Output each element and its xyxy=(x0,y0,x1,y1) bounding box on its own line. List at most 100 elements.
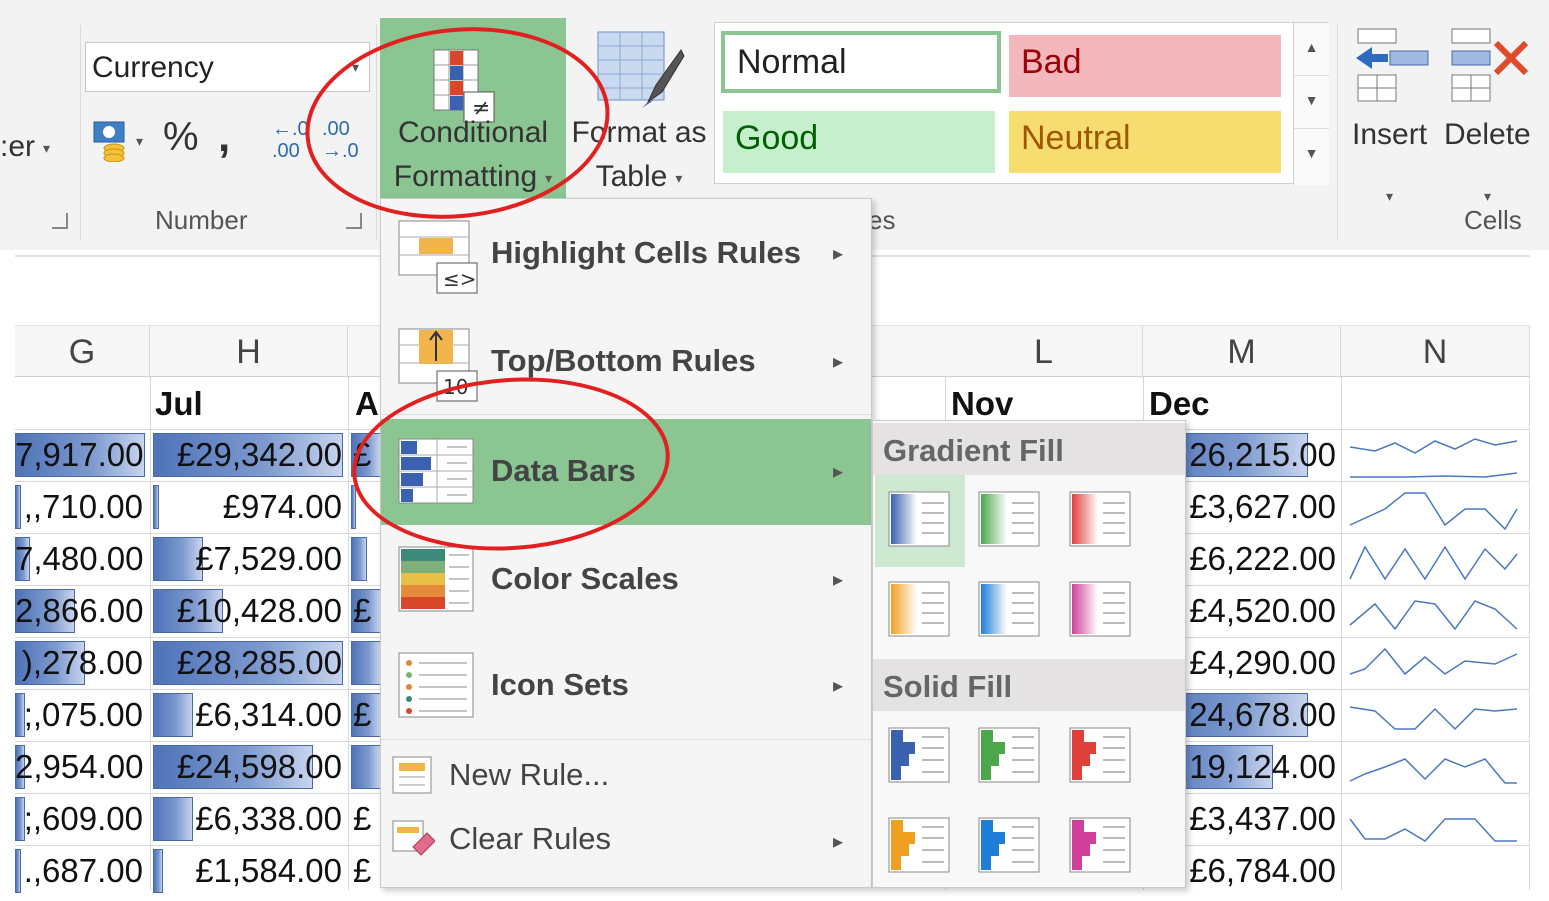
delete-cells-icon xyxy=(1448,27,1530,112)
format-as-table-icon xyxy=(596,30,686,115)
gradient-blue-data-bar-icon[interactable] xyxy=(888,491,950,547)
delete-cells-button[interactable]: Delete ▾ xyxy=(1440,25,1531,204)
chevron-right-icon: ▸ xyxy=(833,675,844,697)
cell-aug[interactable]: £ xyxy=(353,793,383,845)
column-header-n[interactable]: N xyxy=(1341,326,1530,378)
insert-label: Insert xyxy=(1352,118,1428,151)
column-header-g[interactable]: G xyxy=(15,326,150,378)
solid-orange-data-bar-icon[interactable] xyxy=(888,817,950,873)
more-styles-icon[interactable]: ▼ xyxy=(1294,129,1329,182)
cell-h[interactable]: £24,598.00 xyxy=(150,741,342,793)
cell-h[interactable]: £7,529.00 xyxy=(150,533,342,585)
delete-label: Delete xyxy=(1444,118,1531,151)
month-header-nov[interactable]: Nov xyxy=(951,385,1013,423)
svg-text:≤>: ≤> xyxy=(443,267,477,291)
color-scales-icon xyxy=(397,545,477,619)
cell-h[interactable]: £10,428.00 xyxy=(150,585,342,637)
highlight-cells-rules-icon: ≤> xyxy=(397,219,478,294)
number-format-value: Currency xyxy=(92,51,214,84)
month-header-jul[interactable]: Jul xyxy=(155,385,203,423)
cell-g[interactable]: ,,710.00 xyxy=(15,481,143,533)
cell-g[interactable]: ;,609.00 xyxy=(15,793,143,845)
chevron-right-icon: ▸ xyxy=(833,461,844,483)
menu-separator xyxy=(381,739,871,740)
style-good[interactable]: Good xyxy=(723,111,995,173)
solid-green-data-bar-icon[interactable] xyxy=(978,727,1040,783)
chevron-right-icon: ▸ xyxy=(833,351,844,373)
chevron-down-icon: ▾ xyxy=(43,139,51,156)
cell-g[interactable]: .,687.00 xyxy=(15,845,143,897)
chevron-down-icon: ▾ xyxy=(1386,188,1394,204)
comma-style-button[interactable]: , xyxy=(218,112,230,162)
cell-g[interactable]: 2,954.00 xyxy=(15,741,143,793)
cells-group-label: Cells xyxy=(1464,205,1522,235)
style-bad[interactable]: Bad xyxy=(1009,35,1281,97)
menu-item-clear-rules[interactable]: Clear Rules ▸ xyxy=(381,807,871,871)
insert-cells-button[interactable]: Insert ▾ xyxy=(1348,25,1438,204)
cell-aug[interactable]: £ xyxy=(353,585,383,637)
general-format-dropdown[interactable]: :er ▾ xyxy=(0,130,50,164)
gradient-orange-data-bar-icon[interactable] xyxy=(888,581,950,637)
gridline xyxy=(1529,377,1530,890)
menu-item-label: Color Scales xyxy=(491,561,679,596)
new-rule-icon xyxy=(391,753,435,797)
increase-decimal-bottom: .00 xyxy=(272,140,300,162)
solid-light-blue-data-bar-icon[interactable] xyxy=(978,817,1040,873)
svg-text:▾: ▾ xyxy=(136,134,143,150)
style-normal[interactable]: Normal xyxy=(721,31,1001,93)
style-neutral[interactable]: Neutral xyxy=(1009,111,1281,173)
cell-h[interactable]: £1,584.00 xyxy=(150,845,342,897)
data-bars-submenu: Gradient Fill Solid Fill xyxy=(872,420,1186,888)
gradient-green-data-bar-icon[interactable] xyxy=(978,491,1040,547)
alignment-launcher-icon[interactable] xyxy=(52,213,68,229)
number-launcher-icon[interactable] xyxy=(346,213,362,229)
gridline xyxy=(1341,377,1342,890)
format-as-table-line2: Table ▾ xyxy=(566,160,712,194)
group-separator xyxy=(80,25,81,240)
cell-aug[interactable]: £ xyxy=(353,689,383,741)
gradient-light-blue-data-bar-icon[interactable] xyxy=(978,581,1040,637)
group-separator xyxy=(1337,25,1338,240)
styles-group-label: es xyxy=(868,205,896,235)
cell-g[interactable]: 7,917.00 xyxy=(15,429,143,481)
column-header-h[interactable]: H xyxy=(150,326,348,378)
general-format-label: :er xyxy=(0,130,36,163)
sparklines xyxy=(1349,438,1518,842)
gradient-red-data-bar-icon[interactable] xyxy=(1069,491,1131,547)
increase-decimal-button[interactable]: ←.0 .00 xyxy=(272,118,309,162)
accounting-format-icon[interactable]: ▾ xyxy=(92,120,143,163)
month-header-dec[interactable]: Dec xyxy=(1149,385,1210,423)
cell-g[interactable]: 7,480.00 xyxy=(15,533,143,585)
cell-h[interactable]: £29,342.00 xyxy=(150,429,342,481)
eraser-icon xyxy=(391,817,436,861)
menu-item-icon-sets[interactable]: Icon Sets ▸ xyxy=(381,633,871,739)
solid-red-data-bar-icon[interactable] xyxy=(1069,727,1131,783)
scroll-up-icon[interactable]: ▲ xyxy=(1294,23,1329,76)
gridline xyxy=(348,377,349,890)
data-bar xyxy=(351,641,381,685)
cell-g[interactable]: ),278.00 xyxy=(15,637,143,689)
cell-h[interactable]: £974.00 xyxy=(150,481,342,533)
solid-fill-header: Solid Fill xyxy=(873,659,1185,711)
column-header-l[interactable]: L xyxy=(945,326,1143,378)
solid-purple-data-bar-icon[interactable] xyxy=(1069,817,1131,873)
month-header-aug[interactable]: A xyxy=(355,385,379,423)
data-bar xyxy=(351,537,367,581)
data-bar xyxy=(351,745,381,789)
menu-item-label: Top/Bottom Rules xyxy=(491,343,756,378)
column-header-m[interactable]: M xyxy=(1143,326,1341,378)
gradient-purple-data-bar-icon[interactable] xyxy=(1069,581,1131,637)
styles-scrollbar[interactable]: ▲ ▼ ▼ xyxy=(1293,23,1329,185)
menu-item-new-rule[interactable]: New Rule... xyxy=(381,743,871,807)
cell-g[interactable]: 2,866.00 xyxy=(15,585,143,637)
cell-h[interactable]: £6,314.00 xyxy=(150,689,342,741)
cell-g[interactable]: ;,075.00 xyxy=(15,689,143,741)
cell-h[interactable]: £28,285.00 xyxy=(150,637,342,689)
chevron-right-icon: ▸ xyxy=(833,243,844,265)
cell-h[interactable]: £6,338.00 xyxy=(150,793,342,845)
solid-blue-data-bar-icon[interactable] xyxy=(888,727,950,783)
chevron-right-icon: ▸ xyxy=(833,831,844,853)
scroll-down-icon[interactable]: ▼ xyxy=(1294,76,1329,129)
cell-aug[interactable]: £ xyxy=(353,845,383,897)
percent-style-button[interactable]: % xyxy=(163,115,199,160)
